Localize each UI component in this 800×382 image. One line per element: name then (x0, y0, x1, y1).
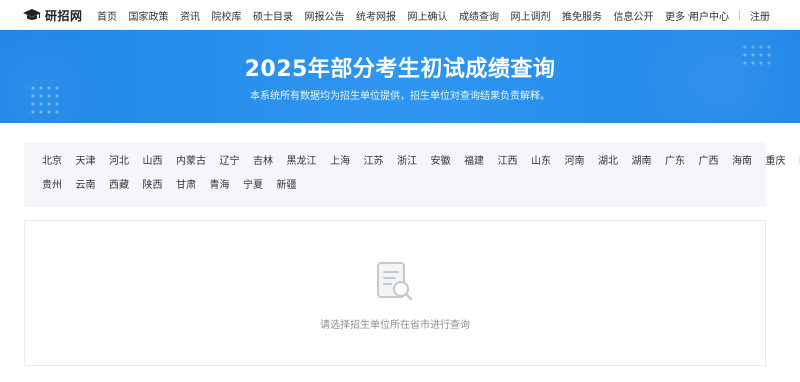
nav-registration-notice[interactable]: 网报公告 (305, 8, 345, 23)
province-shanghai[interactable]: 上海 (330, 155, 350, 169)
nav-national-policy[interactable]: 国家政策 (129, 8, 169, 23)
nav-online-adjustment[interactable]: 网上调剂 (511, 8, 551, 23)
province-guangxi[interactable]: 广西 (699, 155, 719, 169)
province-tianjin[interactable]: 天津 (76, 155, 96, 169)
nav-recommendation-service[interactable]: 推免服务 (562, 8, 602, 23)
register-link[interactable]: 注册 (750, 8, 770, 23)
empty-state-message: 请选择招生单位所在省市进行查询 (320, 320, 470, 331)
nav-master-catalog[interactable]: 硕士目录 (253, 8, 293, 23)
divider (739, 10, 740, 20)
nav-exam-registration[interactable]: 统考网报 (356, 8, 396, 23)
province-yunnan[interactable]: 云南 (76, 179, 96, 193)
user-area: 用户中心 注册 (689, 0, 770, 30)
results-panel: 请选择招生单位所在省市进行查询 (24, 220, 766, 366)
graduation-cap-icon (22, 8, 42, 22)
page-title: 2025年部分考生初试成绩查询 (244, 57, 556, 82)
province-liaoning[interactable]: 辽宁 (220, 155, 240, 169)
nav-information-disclosure[interactable]: 信息公开 (614, 8, 654, 23)
province-ningxia[interactable]: 宁夏 (243, 179, 263, 193)
document-search-icon (375, 261, 415, 307)
top-navigation: 研招网 首页 国家政策 资讯 院校库 硕士目录 网报公告 统考网报 网上确认 成… (0, 0, 800, 30)
province-shanxi[interactable]: 山西 (143, 155, 163, 169)
nav-home[interactable]: 首页 (97, 8, 117, 23)
province-guizhou[interactable]: 贵州 (42, 179, 62, 193)
nav-news[interactable]: 资讯 (180, 8, 200, 23)
province-xinjiang[interactable]: 新疆 (277, 179, 297, 193)
province-beijing[interactable]: 北京 (42, 155, 62, 169)
province-hainan[interactable]: 海南 (732, 155, 752, 169)
nav-more-label: 更多 (665, 11, 685, 23)
province-fujian[interactable]: 福建 (464, 155, 484, 169)
nav-score-query[interactable]: 成绩查询 (459, 8, 499, 23)
province-anhui[interactable]: 安徽 (431, 155, 451, 169)
main-nav: 首页 国家政策 资讯 院校库 硕士目录 网报公告 统考网报 网上确认 成绩查询 … (97, 0, 707, 30)
province-zhejiang[interactable]: 浙江 (397, 155, 417, 169)
province-gansu[interactable]: 甘肃 (176, 179, 196, 193)
province-guangdong[interactable]: 广东 (665, 155, 685, 169)
province-row: 贵州 云南 西藏 陕西 甘肃 青海 宁夏 新疆 (42, 179, 310, 193)
province-shandong[interactable]: 山东 (531, 155, 551, 169)
nav-online-confirmation[interactable]: 网上确认 (408, 8, 448, 23)
province-row: 北京 天津 河北 山西 内蒙古 辽宁 吉林 黑龙江 上海 江苏 浙江 安徽 福建… (42, 155, 800, 169)
province-hunan[interactable]: 湖南 (632, 155, 652, 169)
site-logo[interactable]: 研招网 (22, 6, 83, 24)
province-jiangsu[interactable]: 江苏 (364, 155, 384, 169)
province-selector: 北京 天津 河北 山西 内蒙古 辽宁 吉林 黑龙江 上海 江苏 浙江 安徽 福建… (24, 142, 800, 207)
province-jiangxi[interactable]: 江西 (498, 155, 518, 169)
province-chongqing[interactable]: 重庆 (766, 155, 786, 169)
user-center-link[interactable]: 用户中心 (689, 8, 729, 23)
logo-text: 研招网 (45, 8, 83, 23)
province-henan[interactable]: 河南 (565, 155, 585, 169)
province-hubei[interactable]: 湖北 (598, 155, 618, 169)
province-inner-mongolia[interactable]: 内蒙古 (176, 155, 206, 169)
province-heilongjiang[interactable]: 黑龙江 (287, 155, 317, 169)
province-shaanxi[interactable]: 陕西 (143, 179, 163, 193)
nav-school-library[interactable]: 院校库 (212, 8, 242, 23)
province-hebei[interactable]: 河北 (109, 155, 129, 169)
province-jilin[interactable]: 吉林 (253, 155, 273, 169)
province-tibet[interactable]: 西藏 (109, 179, 129, 193)
page-subtitle: 本系统所有数据均为招生单位提供，招生单位对查询结果负责解释。 (250, 91, 550, 102)
province-qinghai[interactable]: 青海 (210, 179, 230, 193)
banner: 2025年部分考生初试成绩查询 本系统所有数据均为招生单位提供，招生单位对查询结… (0, 30, 800, 123)
